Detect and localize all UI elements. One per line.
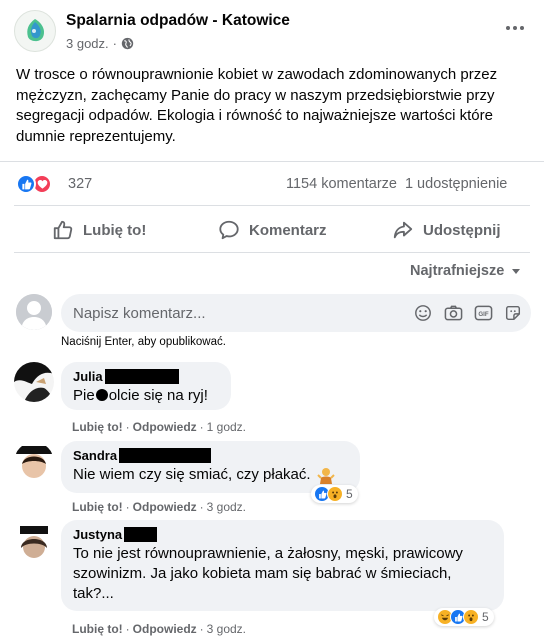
comment-button[interactable]: Komentarz (218, 218, 327, 242)
comment-reply-link[interactable]: Odpowiedz (133, 420, 197, 434)
more-dot-icon (506, 26, 510, 30)
post-time[interactable]: 3 godz. (66, 36, 109, 51)
commenter-avatar[interactable] (14, 362, 54, 402)
more-dot-icon (520, 26, 524, 30)
like-icon (16, 174, 36, 194)
commenter-avatar[interactable] (14, 442, 54, 482)
comment-icon (219, 220, 239, 240)
composer-icons: GIF (413, 303, 523, 323)
comment-author-name[interactable]: Julia (73, 369, 103, 384)
post-meta: 3 godz. · (66, 36, 134, 51)
comment-author: Justyna (73, 527, 492, 542)
comment-author-name[interactable]: Justyna (73, 527, 122, 542)
share-icon (393, 221, 413, 239)
more-options-button[interactable] (500, 18, 530, 38)
divider (14, 205, 530, 206)
comment-sort-dropdown[interactable]: Najtrafniejsze (410, 263, 522, 279)
wow-icon (327, 486, 343, 502)
redaction-bar (124, 527, 158, 542)
comment-reaction-count: 5 (346, 487, 353, 501)
user-photo-icon (14, 362, 54, 402)
share-button-label: Udostępnij (423, 221, 501, 239)
comment-time[interactable]: 1 godz. (207, 420, 246, 434)
page-logo-icon (27, 19, 45, 42)
comment-author: Sandra (73, 448, 348, 463)
composer-hint: Naciśnij Enter, aby opublikować. (61, 336, 226, 348)
like-button[interactable]: Lubię to! (52, 218, 146, 242)
comment-text: To nie jest równouprawnienie, a żałosny,… (73, 545, 463, 602)
emoji-icon[interactable] (413, 303, 433, 323)
caret-down-icon (512, 269, 521, 274)
comment-actions: Lubię to! · Odpowiedz · 1 godz. (72, 420, 247, 434)
comment-like-link[interactable]: Lubię to! (72, 622, 123, 636)
comment-button-label: Komentarz (249, 221, 327, 239)
user-photo-icon (14, 520, 54, 560)
comment-like-link[interactable]: Lubię to! (72, 420, 123, 434)
like-button-label: Lubię to! (83, 221, 147, 239)
thumbs-up-icon (53, 220, 73, 240)
globe-icon (121, 37, 134, 50)
redaction-bar (119, 448, 212, 463)
camera-icon[interactable] (443, 303, 463, 323)
comment-time[interactable]: 3 godz. (207, 622, 246, 636)
divider (0, 161, 544, 162)
comment-author-name[interactable]: Sandra (73, 448, 117, 463)
comment-author: Julia (73, 369, 219, 384)
comment-actions: Lubię to! · Odpowiedz · 3 godz. (72, 500, 247, 514)
redaction-bar (104, 369, 179, 384)
redaction-blot (95, 389, 108, 401)
comments-count[interactable]: 1154 komentarze (286, 176, 397, 192)
sort-label: Najtrafniejsze (410, 263, 505, 279)
comment-reactions[interactable]: 5 (311, 485, 358, 503)
page-avatar[interactable] (14, 10, 56, 52)
post-text: W trosce o równouprawnionie kobiet w zaw… (16, 66, 498, 145)
comment-reply-link[interactable]: Odpowiedz (133, 622, 197, 636)
comment-time[interactable]: 3 godz. (207, 500, 246, 514)
comment-input[interactable] (73, 304, 393, 322)
post-stats: 1154 komentarze 1 udostępnienie (286, 176, 507, 192)
page-name[interactable]: Spalarnia odpadów - Katowice (66, 12, 290, 30)
sticker-icon[interactable] (503, 303, 523, 323)
comment-text: Nie wiem czy się smiać, czy płakać. (73, 465, 348, 485)
comment-like-link[interactable]: Lubię to! (72, 500, 123, 514)
comment-text-part: Pie (73, 387, 95, 404)
divider (14, 252, 530, 253)
commenter-avatar[interactable] (14, 520, 54, 560)
wow-icon (463, 609, 479, 625)
comment-reply-link[interactable]: Odpowiedz (133, 500, 197, 514)
default-avatar-icon (16, 294, 52, 330)
comment-text: Pie olcie się na ryj! (73, 386, 219, 406)
user-avatar[interactable] (16, 294, 52, 330)
more-dot-icon (513, 26, 517, 30)
comment-text-part: olcie się na ryj! (108, 387, 208, 404)
comment-composer: GIF (61, 294, 531, 332)
comment-bubble: Justyna To nie jest równouprawnienie, a … (61, 520, 504, 611)
comment-actions: Lubię to! · Odpowiedz · 3 godz. (72, 622, 247, 636)
post-reactions[interactable] (16, 174, 52, 194)
dot-separator: · (112, 36, 117, 51)
reactions-count[interactable]: 327 (68, 176, 92, 192)
svg-text:GIF: GIF (478, 311, 488, 318)
person-shrugging-emoji-icon (316, 468, 335, 484)
share-button[interactable]: Udostępnij (392, 218, 501, 242)
comment-reactions[interactable]: 5 (434, 608, 494, 626)
shares-count[interactable]: 1 udostępnienie (405, 176, 507, 192)
comment-reaction-count: 5 (482, 610, 489, 624)
gif-icon[interactable]: GIF (473, 303, 493, 323)
comment-text-content: Nie wiem czy się smiać, czy płakać. (73, 466, 311, 483)
comment-bubble: Julia Pie olcie się na ryj! (61, 362, 231, 410)
user-photo-icon (14, 442, 54, 482)
